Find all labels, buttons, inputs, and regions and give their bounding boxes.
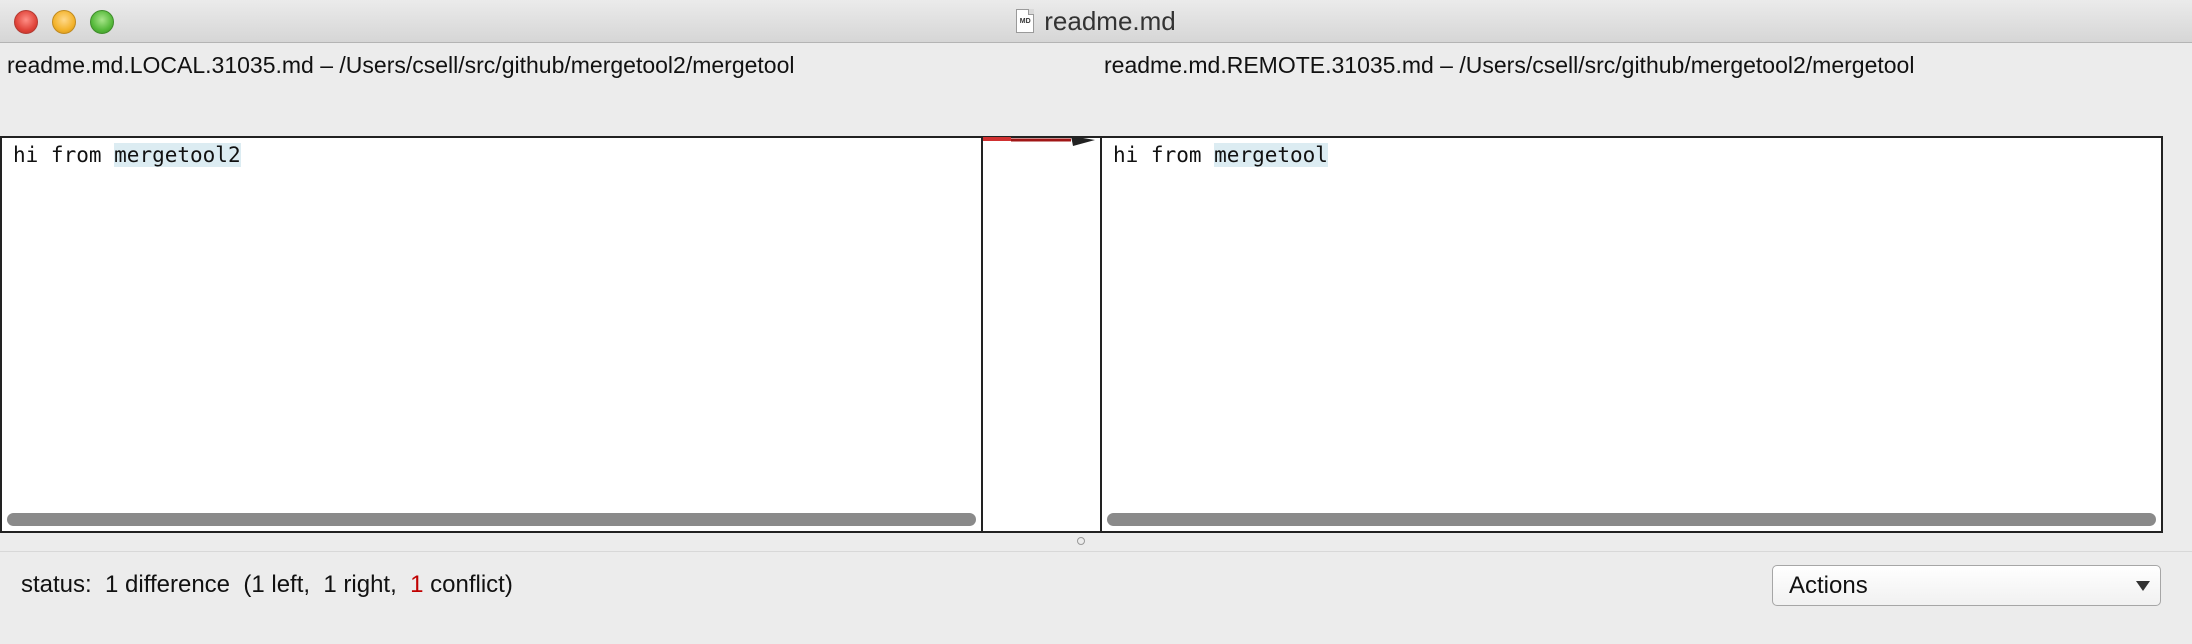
remote-pane[interactable]: hi from mergetool — [1100, 136, 2163, 533]
remote-line-1[interactable]: hi from mergetool — [1113, 140, 1328, 170]
local-line-prefix: hi from — [13, 143, 115, 167]
diff-connector-arrow — [983, 136, 1095, 146]
local-file-header: readme.md.LOCAL.31035.md – /Users/csell/… — [7, 52, 795, 78]
window-title: readme.md — [1044, 5, 1176, 36]
markdown-file-icon: MD — [1016, 9, 1035, 33]
status-suffix: conflict) — [423, 571, 513, 598]
remote-horizontal-scrollbar[interactable] — [1107, 513, 2156, 526]
remote-diff-highlight: mergetool — [1214, 143, 1328, 167]
status-text: status: 1 difference (1 left, 1 right, 1… — [21, 571, 513, 599]
split-handle[interactable] — [1077, 537, 1085, 545]
remote-file-header: readme.md.REMOTE.31035.md – /Users/csell… — [1104, 52, 1915, 78]
local-line-1[interactable]: hi from mergetool2 — [13, 140, 241, 170]
local-horizontal-scrollbar[interactable] — [7, 513, 976, 526]
chevron-down-icon — [2136, 581, 2150, 591]
local-diff-highlight: mergetool2 — [114, 143, 241, 167]
status-prefix: status: 1 difference (1 left, 1 right, — [21, 571, 411, 598]
status-divider — [0, 551, 2192, 552]
title-bar: MD readme.md — [0, 0, 2192, 43]
local-pane[interactable]: hi from mergetool2 — [0, 136, 983, 533]
diff-connector-gutter — [983, 136, 1100, 533]
conflict-count: 1 — [410, 571, 424, 598]
window-title-group: MD readme.md — [0, 0, 2192, 42]
remote-line-prefix: hi from — [1113, 143, 1215, 167]
actions-dropdown[interactable]: Actions — [1772, 565, 2161, 606]
actions-label: Actions — [1789, 571, 1868, 599]
